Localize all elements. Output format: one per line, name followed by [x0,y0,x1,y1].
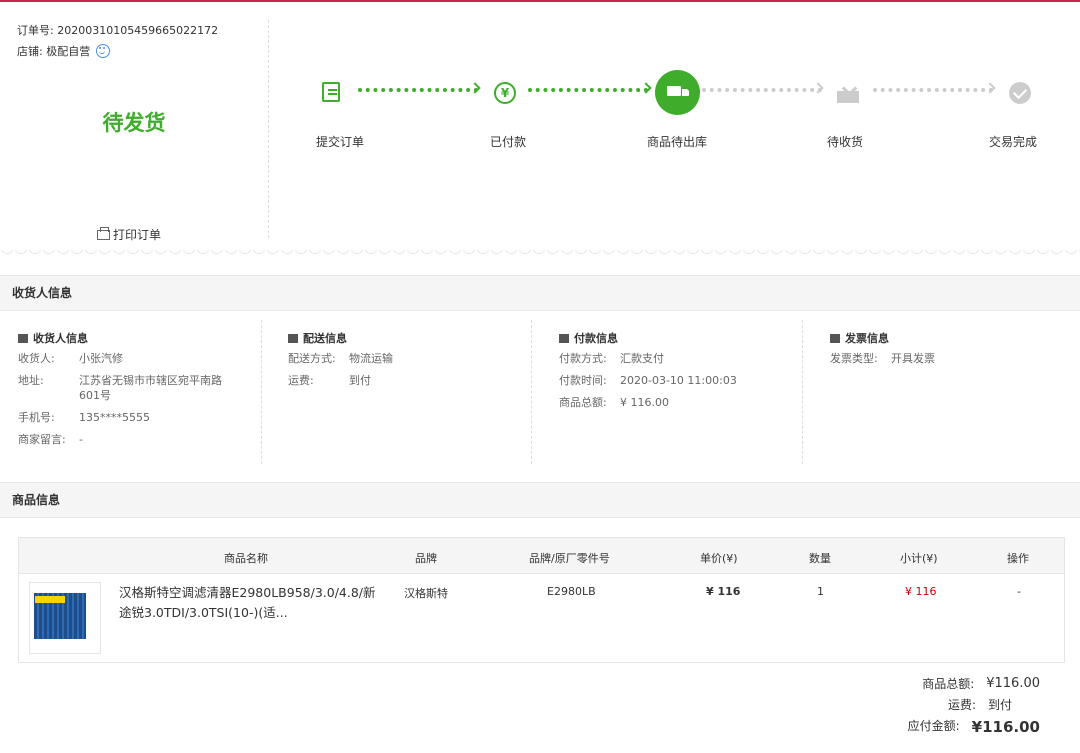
edit-icon [322,82,340,102]
invoice-info-title: 发票信息 [830,330,1074,346]
progress-dots [358,88,478,98]
payment-method-row: 付款方式: 汇款支付 [559,352,664,365]
product-quantity: 1 [817,585,824,598]
col-quantity: 数量 [809,552,831,565]
check-icon [1009,82,1031,104]
step-label: 已付款 [490,135,527,149]
summary-shipping: 运费: 到付 [947,698,1013,712]
progress-dots [702,88,822,98]
invoice-icon [830,334,840,343]
smiley-icon[interactable] [96,44,111,58]
goods-table-header: 商品名称 品牌 品牌/原厂零件号 单价(¥) 数量 小计(¥) 操作 [19,538,1064,574]
order-status: 待发货 [102,111,166,135]
delivery-method-row: 配送方式: 物流运输 [288,352,393,365]
wallet-icon [559,334,569,343]
payment-info-title: 付款信息 [559,330,802,346]
header-divider [268,20,269,238]
invoice-type-row: 发票类型: 开具发票 [830,352,935,365]
box-icon [837,83,859,103]
col-goods-name: 商品名称 [224,552,268,565]
payment-info: 付款信息 付款方式: 汇款支付 付款时间: 2020-03-10 11:00:03 … [541,320,803,464]
order-meta: 订单号: 20200310105459665022172 店铺: 极配自营 [17,20,218,62]
goods-section-title: 商品信息 [0,482,1080,518]
invoice-info: 发票信息 发票类型: 开具发票 [812,320,1074,464]
payment-time-row: 付款时间: 2020-03-10 11:00:03 [559,374,737,387]
receiver-info: 收货人信息 收货人: 小张汽修 地址: 江苏省无锡市市辖区宛平南路601号 手机号:… [0,320,262,464]
receiver-phone-row: 手机号: 135****5555 [18,411,150,424]
product-action: - [1017,585,1021,598]
shop-row: 店铺: 极配自营 [17,41,218,62]
col-part-number: 品牌/原厂零件号 [529,552,610,565]
col-unit-price: 单价(¥) [700,552,738,565]
goods-table: 商品名称 品牌 品牌/原厂零件号 单价(¥) 数量 小计(¥) 操作 汉格斯特空… [18,537,1065,663]
order-header: 订单号: 20200310105459665022172 店铺: 极配自营 待发… [0,2,1080,258]
product-part-number: E2980LB [547,585,596,598]
truck-small-icon [288,334,298,343]
product-brand: 汉格斯特 [404,587,448,600]
progress-dots [528,88,648,98]
product-subtotal: ¥ 116 [905,585,937,598]
order-number: 订单号: 20200310105459665022172 [17,24,219,37]
step-label: 待收货 [827,135,864,149]
delivery-info-title: 配送信息 [288,330,531,346]
product-image[interactable] [29,582,101,654]
print-order-label: 打印订单 [113,228,162,242]
receiver-address-row: 地址: 江苏省无锡市市辖区宛平南路601号 [18,374,222,402]
payment-total-row: 商品总额: ¥ 116.00 [559,396,669,409]
printer-icon [97,227,110,240]
product-name-link[interactable]: 汉格斯特空调滤清器E2980LB958/3.0/4.8/新途锐3.0TDI/3.… [119,583,384,623]
summary-goods-total: 商品总额: ¥116.00 [922,676,1040,691]
col-brand: 品牌 [415,552,437,565]
scallop-divider [0,250,1080,260]
product-unit-price: ¥ 116 [706,585,741,598]
delivery-fee-row: 运费: 到付 [288,374,371,387]
step-label: 交易完成 [989,135,1038,149]
col-action: 操作 [1007,552,1029,565]
summary-payable: 应付金额: ¥116.00 [907,718,1040,736]
receiver-name-row: 收货人: 小张汽修 [18,352,123,365]
yen-icon: ¥ [494,82,516,104]
merchant-message-row: 商家留言: - [18,433,83,446]
shop-name: 店铺: 极配自营 [17,45,91,58]
col-subtotal: 小计(¥) [900,552,938,565]
print-order-button[interactable]: 打印订单 [97,226,161,243]
step-label: 商品待出库 [647,135,708,149]
progress-dots [873,88,993,98]
step-label: 提交订单 [316,135,365,149]
receiver-section-title: 收货人信息 [0,275,1080,311]
truck-icon [655,70,700,115]
receiver-info-title: 收货人信息 [18,330,261,346]
person-icon [18,334,28,343]
delivery-info: 配送信息 配送方式: 物流运输 运费: 到付 [270,320,532,464]
